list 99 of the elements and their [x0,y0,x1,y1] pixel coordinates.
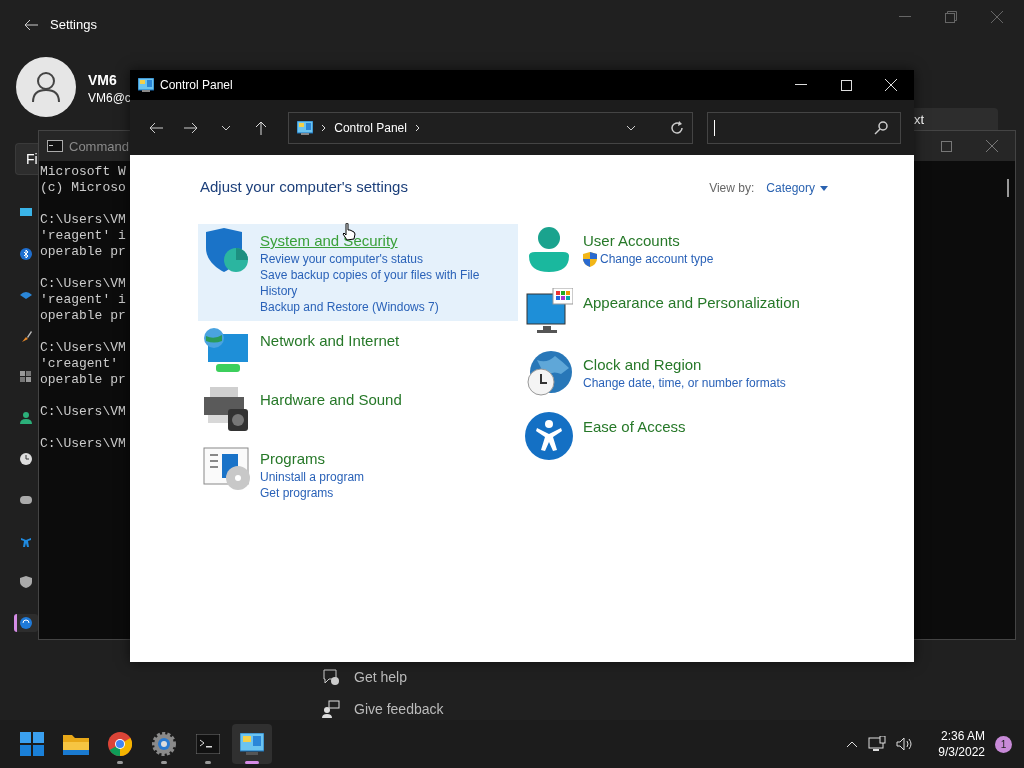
chevron-right-icon [321,123,327,132]
chevron-up-icon [846,740,859,748]
minimize-icon [795,84,807,86]
breadcrumb-item[interactable]: Control Panel [334,120,407,135]
forward-arrow-icon [183,121,198,134]
accessibility-icon [525,412,573,460]
clock-time[interactable]: 2:36 AM [940,728,985,744]
clock-icon [20,453,32,465]
chevron-down-icon [220,124,231,131]
window-title: Command [69,138,129,154]
apps-icon [20,371,32,383]
user-name: VM6 [88,72,117,88]
close-icon [986,140,998,152]
console-line: operable pr [40,244,126,260]
console-line: operable pr [40,308,126,324]
category-link[interactable]: Hardware and Sound [260,391,402,408]
gamepad-icon [20,496,32,504]
browser-icon [108,732,132,756]
task-link[interactable]: Uninstall a program [260,469,365,485]
task-link[interactable]: Review your computer's status [260,251,424,267]
minimize-icon [899,16,911,18]
bluetooth-icon [20,248,32,260]
task-link[interactable]: Backup and Restore (Windows 7) [260,299,439,315]
console-line: C:\Users\VM [40,340,126,356]
category-link[interactable]: Clock and Region [583,356,786,373]
console-line: (c) Microso [40,180,126,196]
terminal-icon [47,140,63,152]
control-panel-icon [240,733,264,755]
console-line: Microsoft W [40,164,126,180]
shield-icon [20,576,32,588]
category-link[interactable]: Network and Internet [260,332,400,349]
clock-date[interactable]: 9/3/2022 [938,744,985,760]
category-link[interactable]: Ease of Access [583,418,686,435]
chevron-down-icon [625,124,636,131]
wifi-icon [20,291,32,299]
find-setting-field[interactable]: Fi [15,143,38,175]
monitor-icon [20,208,32,218]
console-line: operable pr [40,372,126,388]
console-line: 'creagent' [40,356,119,372]
person-silhouette-icon [31,71,61,103]
view-by-dropdown[interactable]: Category [766,181,828,195]
monitor-tiles-icon [525,288,573,336]
control-panel-icon [297,120,314,135]
start-icon [20,732,44,756]
close-icon [991,11,1003,23]
category-link[interactable]: Appearance and Personalization [583,294,800,311]
help-link[interactable]: Give feedback [354,701,444,717]
back-arrow-icon [148,121,163,134]
programs-window-icon [202,444,250,492]
feedback-icon [322,700,340,718]
search-icon [873,120,888,135]
control-panel-icon [138,78,154,92]
chevron-right-icon [414,123,420,132]
person-icon [20,412,32,424]
back-arrow-icon [24,19,38,31]
user-email: VM6@c [88,91,131,105]
task-link[interactable]: Save backup copies of your files with File History [260,267,500,299]
globe-clock-icon [525,350,573,398]
network-icon [868,736,887,752]
window-title: Settings [50,17,97,32]
gear-icon [152,732,176,756]
address-bar[interactable]: Control Panel [288,111,693,144]
page-heading: Adjust your computer's settings [200,178,408,195]
scrollbar-thumb[interactable] [1007,179,1009,197]
maximize-icon [840,79,852,91]
help-link[interactable]: Get help [354,669,407,685]
console-line: C:\Users\VM [40,436,126,452]
refresh-icon [669,120,684,135]
close-icon [885,79,897,91]
view-by-label: View by: [709,181,755,195]
caret-icon [820,185,828,191]
console-line: C:\Users\VM [40,212,126,228]
console-line: 'reagent' i [40,228,126,244]
maximize-icon [940,140,952,152]
folder-icon [63,733,89,755]
taskbar-app[interactable] [232,724,272,764]
next-button[interactable]: xt [914,108,998,130]
brush-icon [20,330,32,342]
search-field[interactable] [706,111,901,144]
console-line: C:\Users\VM [40,404,126,420]
volume-icon [896,737,915,751]
restore-icon [945,11,957,23]
help-chat-icon [322,668,340,686]
task-link[interactable]: Get programs [260,485,334,501]
accessibility-icon [20,535,32,547]
update-icon [20,617,32,629]
globe-monitor-icon [202,326,250,374]
task-link[interactable]: Change account type [600,251,714,267]
printer-speaker-icon [202,385,250,433]
up-arrow-icon [254,120,267,135]
notification-badge[interactable]: 1 [995,735,1012,753]
console-line: C:\Users\VM [40,276,126,292]
category-link[interactable]: User Accounts [583,232,714,249]
console-line: 'reagent' i [40,292,126,308]
task-link[interactable]: Change date, time, or number formats [583,375,786,391]
category-link[interactable]: Programs [260,450,365,467]
window-title: Control Panel [160,78,233,92]
terminal-icon [196,734,220,754]
sidebar-item[interactable] [14,614,38,632]
